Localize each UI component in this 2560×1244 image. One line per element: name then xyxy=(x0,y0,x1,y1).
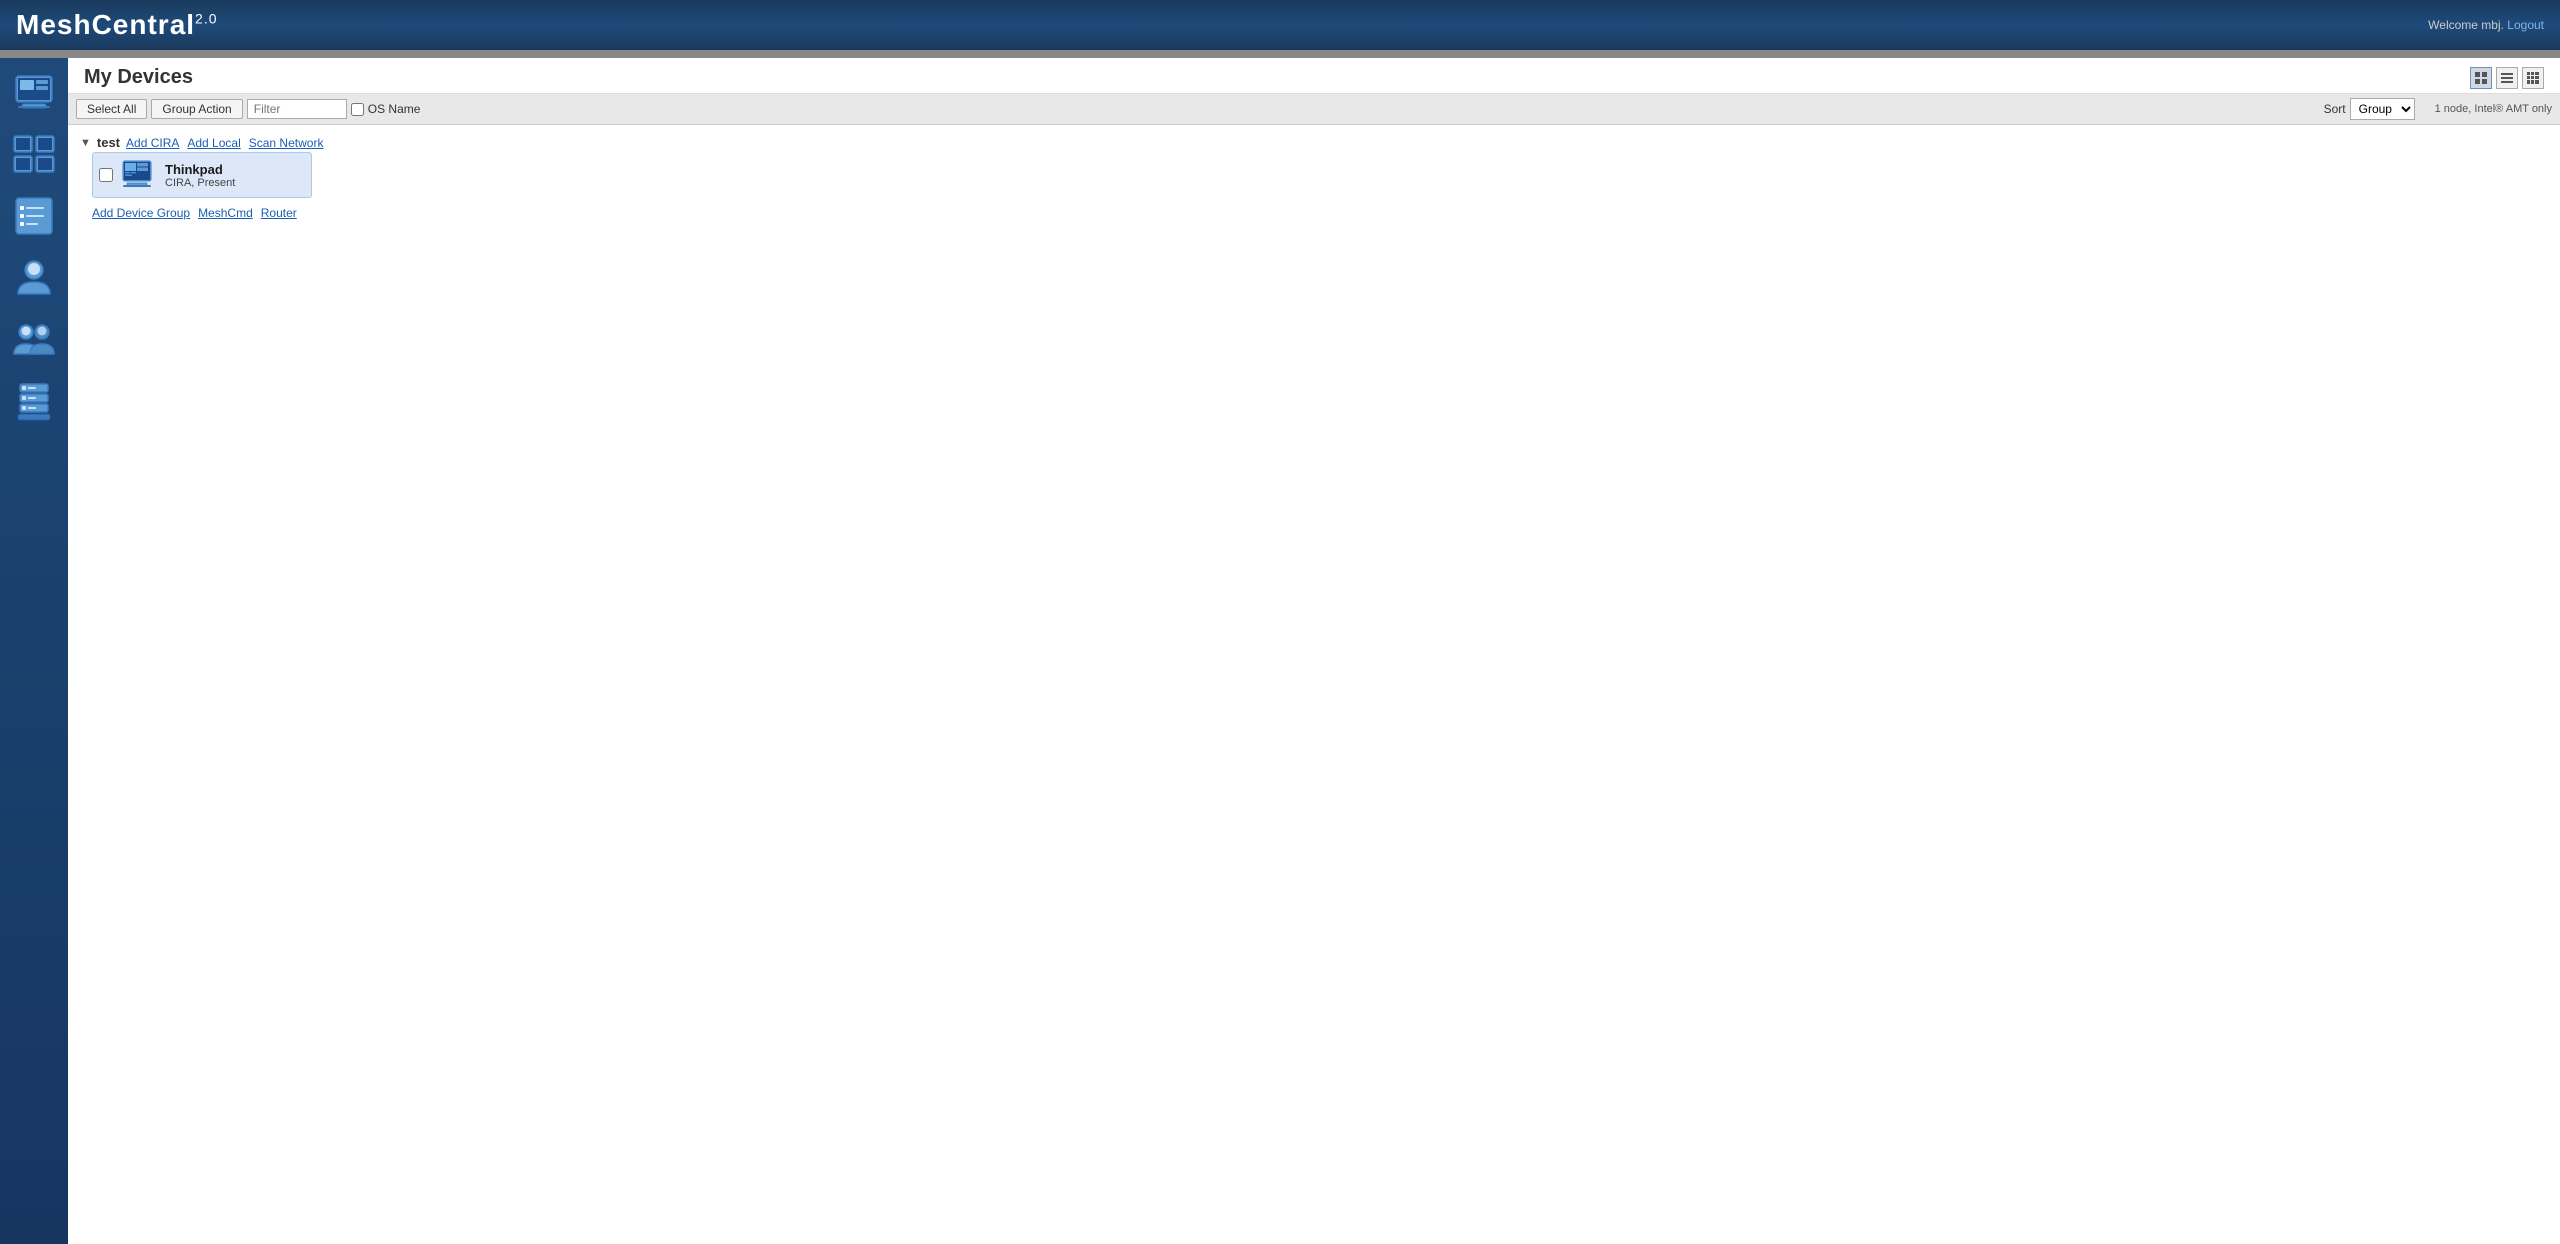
welcome-text: Welcome mbj. Logout xyxy=(2428,18,2544,32)
sidebar-item-events[interactable] xyxy=(4,186,64,246)
sidebar-item-device-groups[interactable] xyxy=(4,124,64,184)
group-actions-test: Add CIRA Add Local Scan Network xyxy=(126,136,323,150)
add-local-link[interactable]: Add Local xyxy=(187,136,240,150)
group-name-test: test xyxy=(97,135,120,150)
device-list: ▼ test Add CIRA Add Local Scan Network xyxy=(68,125,2560,226)
device-checkbox-thinkpad[interactable] xyxy=(99,168,113,182)
device-info-thinkpad: Thinkpad CIRA, Present xyxy=(165,162,235,189)
router-link[interactable]: Router xyxy=(261,206,297,220)
sort-area: Sort Group Name Status 1 node, Intel® AM… xyxy=(2324,98,2552,120)
group-toggle-test[interactable]: ▼ xyxy=(80,137,91,149)
sidebar-item-user-groups[interactable] xyxy=(4,310,64,370)
os-name-checkbox[interactable] xyxy=(351,103,364,116)
bottom-links: Add Device Group MeshCmd Router xyxy=(92,206,2548,220)
device-icon-thinkpad xyxy=(121,157,157,193)
device-item-thinkpad[interactable]: Thinkpad CIRA, Present xyxy=(92,152,312,198)
toolbar: Select All Group Action OS Name Sort Gro… xyxy=(68,94,2560,125)
large-icons-view-btn[interactable] xyxy=(2470,67,2492,89)
filter-input[interactable] xyxy=(247,99,347,119)
os-name-label: OS Name xyxy=(351,102,421,116)
list-view-btn[interactable] xyxy=(2496,67,2518,89)
group-header-test: ▼ test Add CIRA Add Local Scan Network xyxy=(80,135,2548,150)
group-action-button[interactable]: Group Action xyxy=(151,99,242,119)
view-icons xyxy=(2470,67,2544,89)
scan-network-link[interactable]: Scan Network xyxy=(249,136,324,150)
progress-bar xyxy=(0,50,2560,58)
page-header: My Devices xyxy=(68,58,2560,94)
content-area: My Devices Select All Group Action OS Na xyxy=(68,58,2560,1244)
device-name-thinkpad: Thinkpad xyxy=(165,162,235,177)
meshcmd-link[interactable]: MeshCmd xyxy=(198,206,253,220)
add-device-group-link[interactable]: Add Device Group xyxy=(92,206,190,220)
app-logo: MeshCentral2.0 xyxy=(16,9,218,41)
sort-select[interactable]: Group Name Status xyxy=(2350,98,2415,120)
sidebar xyxy=(0,58,68,1244)
select-all-button[interactable]: Select All xyxy=(76,99,147,119)
sort-label: Sort xyxy=(2324,102,2346,116)
add-cira-link[interactable]: Add CIRA xyxy=(126,136,179,150)
amt-notice: 1 node, Intel® AMT only xyxy=(2435,103,2552,115)
main-layout: My Devices Select All Group Action OS Na xyxy=(0,58,2560,1244)
header: MeshCentral2.0 Welcome mbj. Logout xyxy=(0,0,2560,50)
grid-view-btn[interactable] xyxy=(2522,67,2544,89)
device-status-thinkpad: CIRA, Present xyxy=(165,177,235,189)
sidebar-item-my-devices[interactable] xyxy=(4,62,64,122)
logout-link[interactable]: Logout xyxy=(2507,18,2544,32)
sidebar-item-server[interactable] xyxy=(4,372,64,432)
page-title: My Devices xyxy=(84,66,2470,89)
sidebar-item-users[interactable] xyxy=(4,248,64,308)
